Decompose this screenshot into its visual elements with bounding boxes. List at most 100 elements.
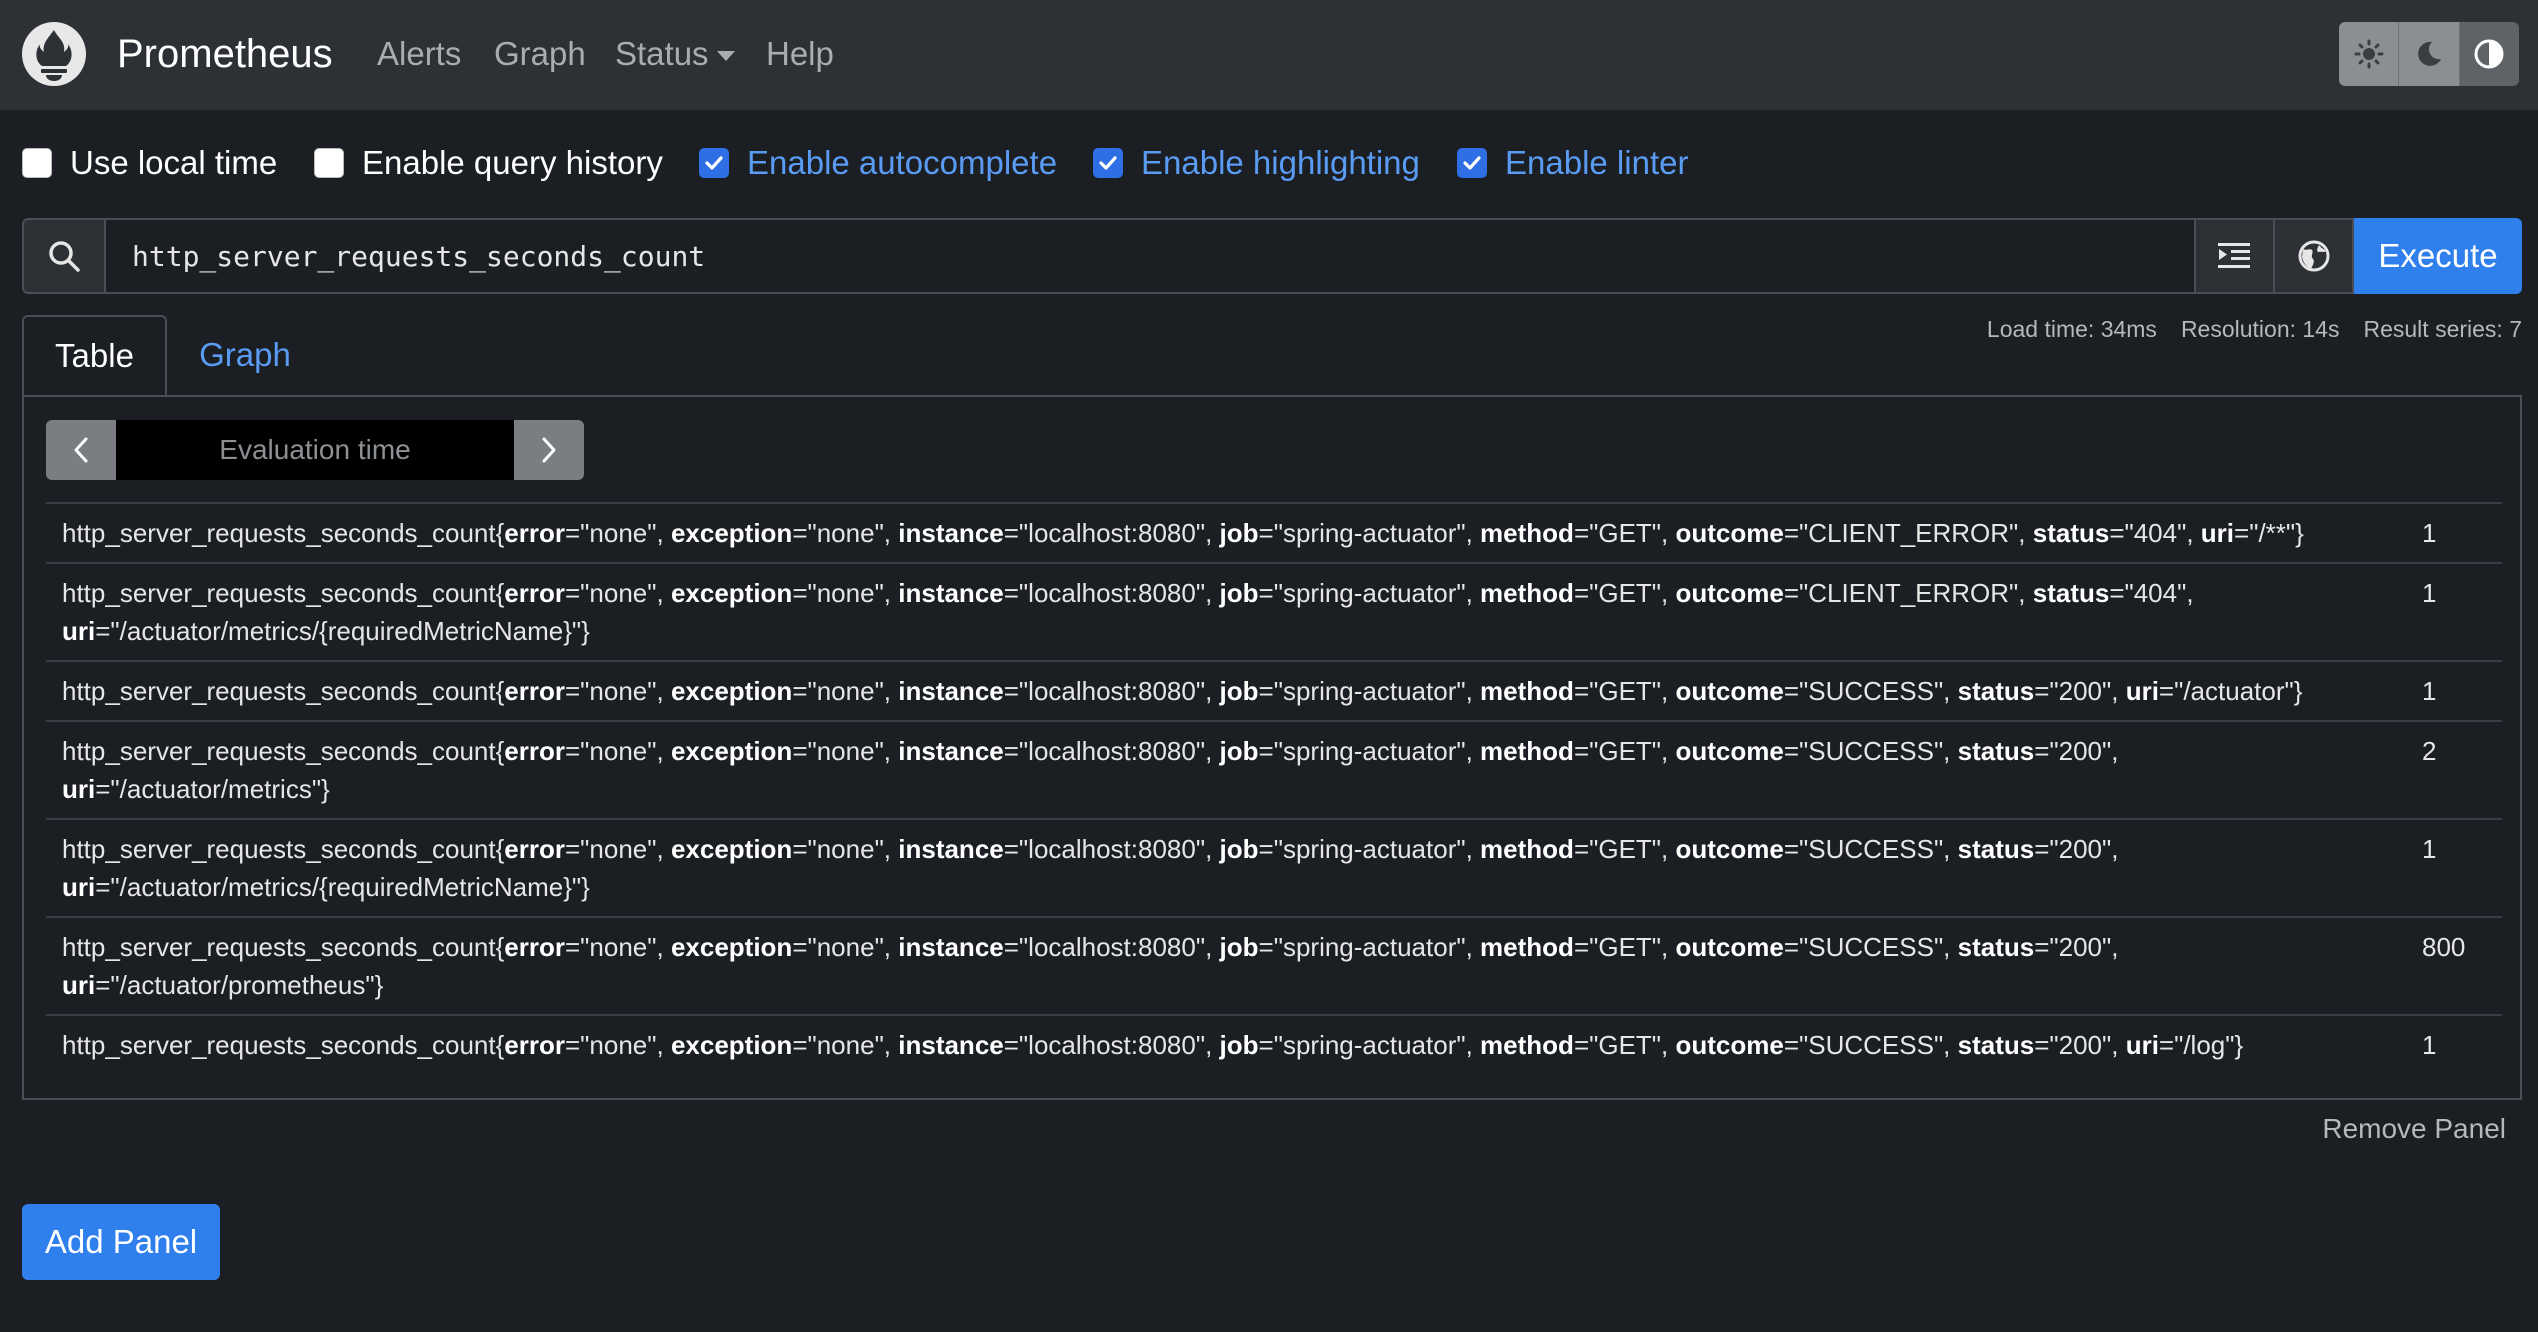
nav-status-label: Status	[615, 35, 709, 72]
enable-linter-checkbox[interactable]: Enable linter	[1457, 141, 1688, 185]
label-value: ="/actuator/prometheus"}	[95, 970, 384, 1000]
label-value: ="200",	[2034, 834, 2119, 864]
dark-theme-button[interactable]	[2399, 22, 2460, 86]
label-key: method	[1480, 578, 1574, 608]
label-value: ="SUCCESS",	[1783, 932, 1958, 962]
eval-next-button[interactable]	[514, 420, 584, 480]
checkbox-checked-icon[interactable]	[1093, 148, 1123, 178]
label-key: outcome	[1675, 1030, 1784, 1060]
nav-help[interactable]: Help	[766, 30, 834, 78]
checkbox-checked-icon[interactable]	[1457, 148, 1487, 178]
enable-highlighting-checkbox[interactable]: Enable highlighting	[1093, 141, 1420, 185]
eval-prev-button[interactable]	[46, 420, 116, 480]
theme-toggle-group	[2339, 22, 2519, 86]
label-value: ="200",	[2034, 676, 2126, 706]
nav-alerts[interactable]: Alerts	[377, 30, 461, 78]
label-key: outcome	[1675, 518, 1784, 548]
label-key: method	[1480, 736, 1574, 766]
label-value: ="localhost:8080",	[1003, 518, 1220, 548]
label-key: error	[504, 932, 565, 962]
checkbox-unchecked-icon[interactable]	[22, 148, 52, 178]
label-value: ="spring-actuator",	[1258, 1030, 1481, 1060]
load-time: Load time: 34ms	[1986, 316, 2157, 342]
label-key: exception	[670, 578, 793, 608]
label-key: outcome	[1675, 932, 1784, 962]
label-key: status	[2032, 518, 2110, 548]
label-key: status	[1957, 676, 2035, 706]
remove-panel-link[interactable]: Remove Panel	[2322, 1113, 2506, 1145]
label-key: uri	[62, 970, 96, 1000]
label-key: job	[1219, 518, 1259, 548]
label-key: exception	[670, 834, 793, 864]
series-label: http_server_requests_seconds_count{error…	[62, 518, 2304, 548]
label-key: exception	[670, 676, 793, 706]
label-key: instance	[898, 834, 1004, 864]
enable-autocomplete-label: Enable autocomplete	[747, 144, 1058, 181]
label-value: ="SUCCESS",	[1783, 1030, 1958, 1060]
label-key: error	[504, 834, 565, 864]
label-key: method	[1480, 518, 1574, 548]
nav-status-dropdown[interactable]: Status	[615, 30, 735, 78]
label-key: status	[2032, 578, 2110, 608]
query-stats: Load time: 34ms Resolution: 14s Result s…	[1987, 316, 2522, 343]
label-value: ="404",	[2109, 578, 2194, 608]
label-value: ="GET",	[1573, 518, 1676, 548]
sun-icon	[2354, 39, 2384, 69]
label-value: ="none",	[565, 518, 671, 548]
search-icon-box	[22, 218, 106, 294]
label-key: uri	[2125, 1030, 2159, 1060]
metrics-explorer-button[interactable]	[2275, 218, 2354, 294]
table-row: http_server_requests_seconds_count{error…	[46, 916, 2502, 1014]
query-input[interactable]: http_server_requests_seconds_count	[106, 218, 2196, 294]
auto-theme-button[interactable]	[2459, 22, 2519, 86]
label-key: status	[1957, 1030, 2035, 1060]
brand-title[interactable]: Prometheus	[117, 28, 333, 80]
chevron-left-icon	[74, 437, 88, 463]
label-value: ="CLIENT_ERROR",	[1783, 578, 2033, 608]
label-key: uri	[2125, 676, 2159, 706]
label-key: outcome	[1675, 578, 1784, 608]
label-value: ="spring-actuator",	[1258, 736, 1481, 766]
label-key: outcome	[1675, 736, 1784, 766]
checkbox-checked-icon[interactable]	[699, 148, 729, 178]
indent-icon	[2217, 243, 2250, 268]
label-value: ="none",	[792, 578, 899, 608]
use-local-time-checkbox[interactable]: Use local time	[22, 141, 277, 185]
tab-table[interactable]: Table	[22, 315, 167, 395]
label-value: ="none",	[792, 1030, 899, 1060]
enable-linter-label: Enable linter	[1505, 144, 1689, 181]
label-key: error	[504, 578, 565, 608]
label-key: job	[1219, 834, 1259, 864]
evaluation-time-input[interactable]: Evaluation time	[116, 420, 514, 480]
globe-icon	[2298, 240, 2329, 272]
label-value: ="none",	[565, 834, 671, 864]
label-value: ="200",	[2034, 932, 2119, 962]
table-panel: Evaluation time http_server_requests_sec…	[22, 395, 2522, 1100]
label-value: ="/actuator/metrics/{requiredMetricName}…	[95, 872, 590, 902]
label-value: ="localhost:8080",	[1003, 834, 1220, 864]
label-key: job	[1219, 676, 1259, 706]
series-label: http_server_requests_seconds_count{error…	[62, 1030, 2243, 1060]
checkbox-unchecked-icon[interactable]	[314, 148, 344, 178]
label-value: ="SUCCESS",	[1783, 676, 1958, 706]
add-panel-button[interactable]: Add Panel	[22, 1204, 220, 1280]
format-query-button[interactable]	[2196, 218, 2275, 294]
label-key: error	[504, 676, 565, 706]
prometheus-logo-icon[interactable]	[22, 22, 86, 86]
enable-query-history-checkbox[interactable]: Enable query history	[314, 141, 663, 185]
light-theme-button[interactable]	[2339, 22, 2400, 86]
label-key: error	[504, 518, 565, 548]
table-row: http_server_requests_seconds_count{error…	[46, 818, 2502, 916]
label-key: instance	[898, 736, 1004, 766]
execute-button[interactable]: Execute	[2354, 218, 2522, 294]
label-key: error	[504, 1030, 565, 1060]
label-key: uri	[62, 616, 96, 646]
label-key: exception	[670, 736, 793, 766]
tab-graph[interactable]: Graph	[180, 315, 310, 395]
series-value: 1	[2422, 676, 2437, 706]
metric-name: http_server_requests_seconds_count{	[62, 1030, 505, 1060]
label-key: error	[504, 736, 565, 766]
table-row: http_server_requests_seconds_count{error…	[46, 1014, 2502, 1074]
nav-graph[interactable]: Graph	[494, 30, 586, 78]
enable-autocomplete-checkbox[interactable]: Enable autocomplete	[699, 141, 1057, 185]
